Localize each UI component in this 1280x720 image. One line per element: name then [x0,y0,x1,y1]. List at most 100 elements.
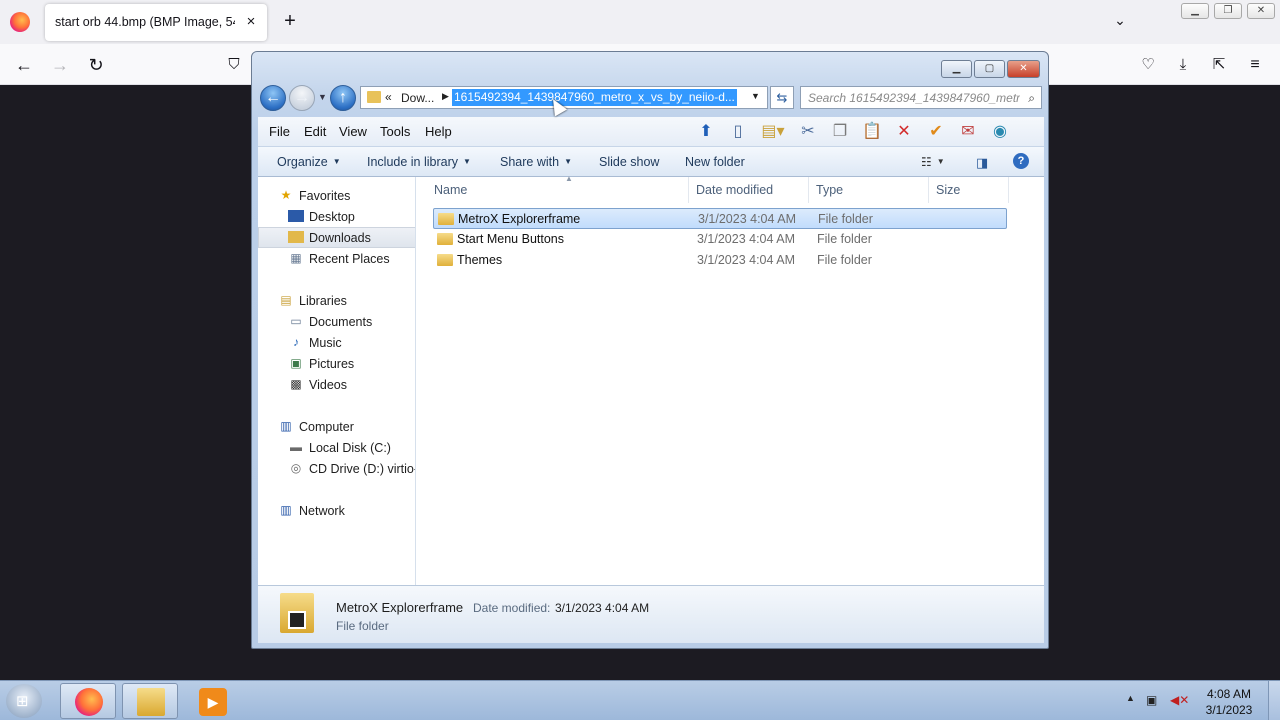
nav-network[interactable]: ▥ Network [258,500,415,521]
up-folder-icon[interactable]: ⬆ [694,120,718,144]
nav-libraries[interactable]: ▤ Libraries [258,290,415,311]
explorer-close-button[interactable]: ✕ [1007,60,1040,78]
nav-desktop-label: Desktop [309,210,355,224]
recent-pages-dropdown-icon[interactable]: ▼ [318,92,327,102]
show-hidden-icons-button[interactable]: ▲ [1126,693,1135,703]
refresh-button[interactable]: ⇆ [770,86,794,109]
folders-pane-icon[interactable]: ▯ [726,120,750,144]
nav-cd-drive[interactable]: ◎ CD Drive (D:) virtio-v [258,458,415,479]
nav-computer[interactable]: ▥ Computer [258,416,415,437]
taskbar-media-player[interactable]: ▶ [184,683,240,719]
nav-documents[interactable]: ▭ Documents [258,311,415,332]
nav-documents-label: Documents [309,315,373,329]
new-folder-button[interactable]: New folder [685,155,745,169]
menu-edit[interactable]: Edit [304,124,326,139]
browser-minimize-button[interactable]: ▁ [1181,3,1209,19]
tracking-shield-icon[interactable]: ⛉ [222,53,246,77]
delete-icon[interactable]: ✕ [892,120,916,144]
nav-downloads[interactable]: Downloads [258,227,415,248]
taskbar: ⊞ ▶ ▲ ▣ ◀✕ 4:08 AM 3/1/2023 [0,680,1280,720]
properties-check-icon[interactable]: ✔ [924,120,948,144]
media-player-icon: ▶ [199,688,227,716]
share-with-button[interactable]: Share with ▼ [500,155,572,169]
menu-icon[interactable]: ≡ [1243,53,1267,77]
browser-close-button[interactable]: ✕ [1247,3,1275,19]
browser-restore-button[interactable]: ❐ [1214,3,1242,19]
views-icon[interactable]: ▤▾ [758,120,788,144]
nav-videos[interactable]: ▩ Videos [258,374,415,395]
taskbar-firefox[interactable] [60,683,116,719]
copy-icon[interactable]: ❐ [828,120,852,144]
address-history-dropdown-icon[interactable]: ▼ [751,91,760,101]
menu-tools[interactable]: Tools [380,124,410,139]
menu-help[interactable]: Help [425,124,452,139]
help-button[interactable]: ? [1013,153,1029,169]
search-input[interactable]: Search 1615492394_1439847960_metro... ⌕ [800,86,1042,109]
menu-view[interactable]: View [339,124,367,139]
organize-button[interactable]: Organize ▼ [277,155,341,169]
list-all-tabs-button[interactable]: ⌄ [1110,12,1130,32]
up-arrow-icon: ↑ [339,89,347,106]
downloads-icon[interactable]: ⤓ [1171,53,1195,77]
taskbar-explorer[interactable] [122,683,178,719]
nav-local-disk-label: Local Disk (C:) [309,441,391,455]
address-selected-path[interactable]: 1615492394_1439847960_metro_x_vs_by_neii… [452,89,737,106]
extensions-icon[interactable]: ⇱ [1207,53,1231,77]
chevron-down-icon: ▼ [463,157,471,166]
include-in-library-button[interactable]: Include in library ▼ [367,155,471,169]
up-one-level-button[interactable]: ↑ [330,85,356,111]
explorer-window-controls: ▁ ▢ ✕ [941,60,1040,78]
sort-ascending-icon: ▲ [565,174,573,183]
preview-pane-button[interactable]: ◨ [976,155,988,171]
folder-icon [367,91,381,103]
email-icon[interactable]: ✉ [956,120,980,144]
explorer-forward-button[interactable]: → [289,85,315,111]
folder-large-icon [280,593,314,633]
nav-recent-places[interactable]: ▦ Recent Places [258,248,415,269]
network-tray-icon[interactable]: ▣ [1146,693,1157,707]
pocket-icon[interactable]: ♡ [1136,53,1160,77]
file-date: 3/1/2023 4:04 AM [697,232,795,246]
explorer-maximize-button[interactable]: ▢ [974,60,1005,78]
system-clock[interactable]: 4:08 AM 3/1/2023 [1196,686,1262,718]
nav-favorites[interactable]: ★ Favorites [258,185,415,206]
volume-muted-icon[interactable]: ◀✕ [1170,693,1189,707]
table-row[interactable]: Start Menu Buttons 3/1/2023 4:04 AM File… [433,229,1007,250]
nav-desktop[interactable]: Desktop [258,206,415,227]
browser-tab-active[interactable]: start orb 44.bmp (BMP Image, 54 × [45,4,267,41]
explorer-minimize-button[interactable]: ▁ [941,60,972,78]
star-icon: ★ [280,188,292,202]
new-tab-button[interactable]: + [280,11,300,31]
nav-local-disk[interactable]: ▬ Local Disk (C:) [258,437,415,458]
table-row[interactable]: MetroX Explorerframe 3/1/2023 4:04 AM Fi… [433,208,1007,229]
column-header-date-modified[interactable]: Date modified [689,177,809,203]
breadcrumb-downloads[interactable]: Dow... [401,91,434,105]
column-size-label: Size [936,183,961,197]
file-date: 3/1/2023 4:04 AM [697,253,795,267]
menu-file[interactable]: File [269,124,290,139]
toolbar-icons: ⬆ ▯ ▤▾ ✂ ❐ 📋 ✕ ✔ ✉ ◉ [694,119,1012,144]
address-overflow-chevron[interactable]: « [385,90,392,104]
column-header-size[interactable]: Size [929,177,1009,203]
column-header-name[interactable]: ▲ Name [427,174,689,203]
table-row[interactable]: Themes 3/1/2023 4:04 AM File folder [433,250,1007,271]
cut-icon[interactable]: ✂ [796,120,820,144]
change-view-button[interactable]: ☷ ▼ [921,155,945,169]
breadcrumb-separator-icon[interactable]: ▶ [442,91,449,102]
refresh-icon: ⇆ [776,90,788,105]
nav-music[interactable]: ♪ Music [258,332,415,353]
back-button[interactable]: ← [12,53,36,77]
explorer-back-button[interactable]: ← [260,85,286,111]
column-header-type[interactable]: Type [809,177,929,203]
tab-close-icon[interactable]: × [241,12,261,32]
slide-show-button[interactable]: Slide show [599,155,659,169]
show-desktop-button[interactable] [1268,681,1280,720]
reload-button[interactable]: ↻ [84,53,108,77]
forward-button[interactable]: → [48,53,72,77]
start-button[interactable]: ⊞ [6,684,42,718]
globe-icon[interactable]: ◉ [988,120,1012,144]
paste-icon[interactable]: 📋 [860,120,884,144]
nav-pictures[interactable]: ▣ Pictures [258,353,415,374]
nav-downloads-label: Downloads [309,231,371,245]
chevron-down-icon: ▼ [332,157,341,166]
